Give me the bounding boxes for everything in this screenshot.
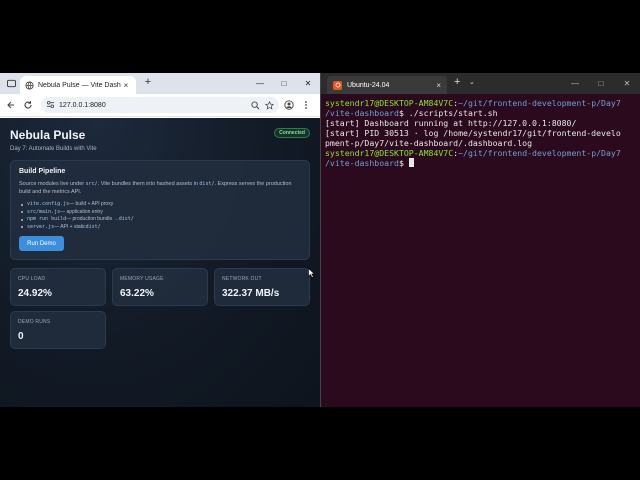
desc-code: src/ xyxy=(85,181,98,187)
metric-value: 63.22% xyxy=(120,288,154,299)
metric-value: 322.37 MB/s xyxy=(222,288,280,299)
terminal-line: systendr17@DESKTOP-AM84V7C:~/git/fronten… xyxy=(325,98,636,108)
tab-close-icon[interactable]: × xyxy=(121,81,131,90)
back-arrow-icon[interactable] xyxy=(4,98,18,112)
list-item: npm run build — production bundle → dist… xyxy=(19,216,301,224)
page-subtitle: Day 7: Automate Builds with Vite xyxy=(10,146,97,152)
list-item: src/main.js — application entry xyxy=(19,209,301,217)
terminal-text: [start] PID 30513 · log /home/systendr17… xyxy=(325,128,621,138)
close-icon[interactable]: ✕ xyxy=(296,73,320,94)
metric-value: 0 xyxy=(18,331,24,342)
step-text: — API + static xyxy=(54,223,86,230)
profile-icon[interactable] xyxy=(282,98,296,112)
globe-icon xyxy=(25,80,34,90)
reload-icon[interactable] xyxy=(21,98,35,112)
step-code: dist/ xyxy=(85,223,101,230)
step-code: server.js xyxy=(27,223,55,230)
step-code: dist/ xyxy=(118,216,134,222)
minimize-icon[interactable]: — xyxy=(248,73,272,94)
list-item: vite.config.js — build + API proxy xyxy=(19,201,301,209)
terminal-text: $ ./scripts/start.sh xyxy=(398,108,498,118)
metric-card-demo-runs: DEMO RUNS 0 xyxy=(10,311,106,349)
maximize-icon[interactable]: □ xyxy=(272,73,296,94)
prompt-path: /vite-dashboard xyxy=(325,108,399,118)
new-tab-button[interactable]: + xyxy=(454,76,460,88)
pipeline-step-list: vite.config.js — build + API proxy src/m… xyxy=(19,201,301,231)
minimize-icon[interactable]: — xyxy=(562,73,588,94)
terminal-line: /vite-dashboard$ ./scripts/start.sh xyxy=(325,108,636,118)
step-text: — production bundle → xyxy=(66,216,119,222)
browser-toolbar: 127.0.0.1:8080 xyxy=(0,94,320,117)
bullet-icon xyxy=(21,211,23,214)
site-info-icon[interactable] xyxy=(46,96,55,114)
prompt-user: systendr17@DESKTOP-AM84V7C xyxy=(325,98,454,108)
maximize-icon[interactable]: □ xyxy=(588,73,614,94)
terminal-output[interactable]: systendr17@DESKTOP-AM84V7C:~/git/fronten… xyxy=(321,94,640,172)
terminal-tabbar: Ubuntu-24.04 × + ⌄ — □ ✕ xyxy=(321,73,640,94)
ubuntu-logo-icon xyxy=(333,80,342,90)
zoom-icon[interactable] xyxy=(250,100,260,110)
dashboard-page: Nebula Pulse Day 7: Automate Builds with… xyxy=(0,118,320,407)
build-pipeline-card: Build Pipeline Source modules live under… xyxy=(10,160,310,260)
close-icon[interactable]: ✕ xyxy=(614,73,640,94)
metric-label: CPU LOAD xyxy=(18,276,46,282)
prompt-path: /vite-dashboard xyxy=(325,158,399,168)
terminal-text: pment-p/Day7/vite-dashboard/.dashboard.l… xyxy=(325,138,533,148)
bullet-icon xyxy=(21,226,23,229)
desc-text: Source modules live under xyxy=(19,181,86,187)
metric-label: DEMO RUNS xyxy=(18,319,51,325)
metric-card-memory: MEMORY USAGE 63.22% xyxy=(112,268,208,306)
step-code: src/main.js xyxy=(27,208,61,215)
bullet-icon xyxy=(21,203,23,206)
url-text[interactable]: 127.0.0.1:8080 xyxy=(59,102,246,109)
metric-label: NETWORK OUT xyxy=(222,276,262,282)
terminal-line: pment-p/Day7/vite-dashboard/.dashboard.l… xyxy=(325,138,636,148)
pipeline-title: Build Pipeline xyxy=(19,168,66,175)
new-tab-button[interactable]: + xyxy=(142,76,154,88)
metric-card-network: NETWORK OUT 322.37 MB/s xyxy=(214,268,310,306)
bookmark-star-icon[interactable] xyxy=(264,100,274,110)
metric-value: 24.92% xyxy=(18,288,52,299)
tab-search-icon[interactable] xyxy=(6,78,16,88)
tab-close-icon[interactable]: × xyxy=(436,81,441,90)
terminal-line: [start] Dashboard running at http://127.… xyxy=(325,118,636,128)
terminal-text: $ xyxy=(398,158,409,168)
prompt-path: ~/git/frontend-development-p/Day7 xyxy=(458,98,621,108)
metric-card-cpu: CPU LOAD 24.92% xyxy=(10,268,106,306)
menu-kebab-icon[interactable] xyxy=(299,98,313,112)
browser-window-controls: — □ ✕ xyxy=(248,73,320,94)
step-text: — application entry xyxy=(60,208,103,215)
step-code: vite.config.js xyxy=(27,201,70,207)
terminal-window: Ubuntu-24.04 × + ⌄ — □ ✕ systendr17@DESK… xyxy=(320,73,640,407)
terminal-line: /vite-dashboard$ xyxy=(325,158,636,168)
browser-tabstrip: Nebula Pulse — Vite Dashboard × + — □ ✕ xyxy=(0,73,320,94)
page-title: Nebula Pulse xyxy=(10,128,86,142)
terminal-window-controls: — □ ✕ xyxy=(562,73,640,94)
terminal-text: [start] Dashboard running at http://127.… xyxy=(325,118,577,128)
list-item: server.js — API + static dist/ xyxy=(19,224,301,232)
pipeline-description: Source modules live under src/. Vite bun… xyxy=(19,180,301,196)
prompt-user: systendr17@DESKTOP-AM84V7C xyxy=(325,148,454,158)
terminal-cursor xyxy=(408,158,414,167)
terminal-line: [start] PID 30513 · log /home/systendr17… xyxy=(325,128,636,138)
address-bar[interactable]: 127.0.0.1:8080 xyxy=(41,97,279,113)
chevron-down-icon[interactable]: ⌄ xyxy=(469,78,475,86)
metric-label: MEMORY USAGE xyxy=(120,276,164,282)
desc-code: dist/ xyxy=(199,181,215,187)
browser-window: Nebula Pulse — Vite Dashboard × + — □ ✕ … xyxy=(0,73,320,407)
connection-status-badge: Connected xyxy=(274,128,310,138)
run-demo-button[interactable]: Run Demo xyxy=(19,236,64,251)
prompt-path: ~/git/frontend-development-p/Day7 xyxy=(458,148,621,158)
step-text: — build + API proxy xyxy=(69,201,114,207)
step-code: npm run build xyxy=(27,216,67,222)
terminal-line: systendr17@DESKTOP-AM84V7C:~/git/fronten… xyxy=(325,148,636,158)
desc-text: . Vite bundles them into hashed assets i… xyxy=(97,181,200,187)
browser-tab-title: Nebula Pulse — Vite Dashboard xyxy=(38,81,121,89)
terminal-tab-active[interactable]: Ubuntu-24.04 × xyxy=(327,76,447,94)
mouse-cursor-icon xyxy=(308,265,316,283)
terminal-tab-title: Ubuntu-24.04 xyxy=(347,81,390,89)
browser-tab-active[interactable]: Nebula Pulse — Vite Dashboard × xyxy=(20,76,136,94)
bullet-icon xyxy=(21,218,23,221)
